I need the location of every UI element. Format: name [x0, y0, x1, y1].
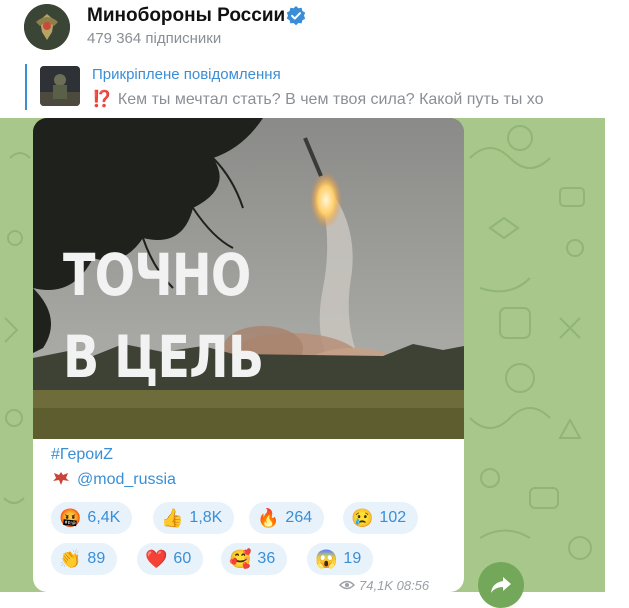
- screaming-face-emoji: 😱: [315, 549, 338, 569]
- fire-emoji: 🔥: [257, 508, 280, 528]
- channel-avatar[interactable]: [24, 4, 70, 50]
- view-count: 74,1K: [359, 578, 393, 593]
- reaction-count: 36: [257, 550, 276, 567]
- hashtag-link[interactable]: #ГероиZ: [51, 446, 113, 464]
- subscriber-count: 479 364 підписники: [87, 30, 222, 47]
- reaction-thumbs-up[interactable]: 👍 1,8K: [153, 502, 235, 534]
- message-meta: 74,1K 08:56: [339, 578, 429, 593]
- crying-face-emoji: 😢: [351, 508, 374, 528]
- reaction-angry[interactable]: 🤬 6,4K: [51, 502, 133, 534]
- message-bubble[interactable]: ТОЧНО В ЦЕЛЬ #ГероиZ @mod_russia 🤬 6,4K …: [33, 118, 464, 593]
- reaction-love[interactable]: 🥰 36: [221, 543, 288, 575]
- pinned-text: Кем ты мечтал стать? В чем твоя сила? Ка…: [117, 91, 544, 108]
- channel-title: Минобороны России: [87, 5, 286, 26]
- signature-handle[interactable]: @mod_russia: [77, 471, 176, 488]
- reaction-clap[interactable]: 👏 89: [51, 543, 118, 575]
- thumbs-up-emoji: 👍: [161, 508, 184, 528]
- reaction-count: 264: [285, 509, 313, 526]
- message-time: 08:56: [396, 578, 430, 593]
- smiling-hearts-emoji: 🥰: [229, 549, 252, 569]
- reaction-count: 102: [379, 509, 407, 526]
- share-button[interactable]: [478, 562, 524, 608]
- interrobang-emoji: ⁉️: [92, 91, 112, 108]
- signature-row[interactable]: @mod_russia: [51, 470, 176, 489]
- channel-header[interactable]: Минобороны России 479 364 підписники: [0, 0, 629, 56]
- image-caption-line2: В ЦЕЛЬ: [63, 323, 264, 391]
- reaction-count: 60: [173, 550, 192, 567]
- scrollbar-area[interactable]: [605, 118, 629, 592]
- reaction-crying[interactable]: 😢 102: [343, 502, 419, 534]
- eye-icon: [339, 580, 355, 590]
- pinned-message-bar[interactable]: Прикріплене повідомлення ⁉️ Кем ты мечтал…: [0, 56, 629, 118]
- reaction-count: 19: [343, 550, 362, 567]
- reaction-fire[interactable]: 🔥 264: [249, 502, 325, 534]
- double-eagle-icon: [53, 472, 69, 485]
- reaction-count: 89: [87, 550, 106, 567]
- post-image[interactable]: ТОЧНО В ЦЕЛЬ: [33, 118, 464, 439]
- pinned-indicator: [25, 64, 27, 110]
- pinned-thumbnail: [40, 66, 80, 106]
- verified-badge-icon: [286, 6, 306, 26]
- angry-face-emoji: 🤬: [59, 508, 82, 528]
- reaction-heart[interactable]: ❤️ 60: [137, 543, 204, 575]
- reaction-count: 1,8K: [189, 509, 223, 526]
- reaction-count: 6,4K: [87, 509, 121, 526]
- image-caption-line1: ТОЧНО: [63, 241, 251, 309]
- share-arrow-icon: [491, 577, 511, 593]
- red-heart-emoji: ❤️: [145, 549, 168, 569]
- reaction-scream[interactable]: 😱 19: [307, 543, 374, 575]
- pinned-preview: ⁉️ Кем ты мечтал стать? В чем твоя сила? …: [92, 89, 612, 109]
- pinned-label: Прикріплене повідомлення: [92, 66, 281, 83]
- clapping-hands-emoji: 👏: [59, 549, 82, 569]
